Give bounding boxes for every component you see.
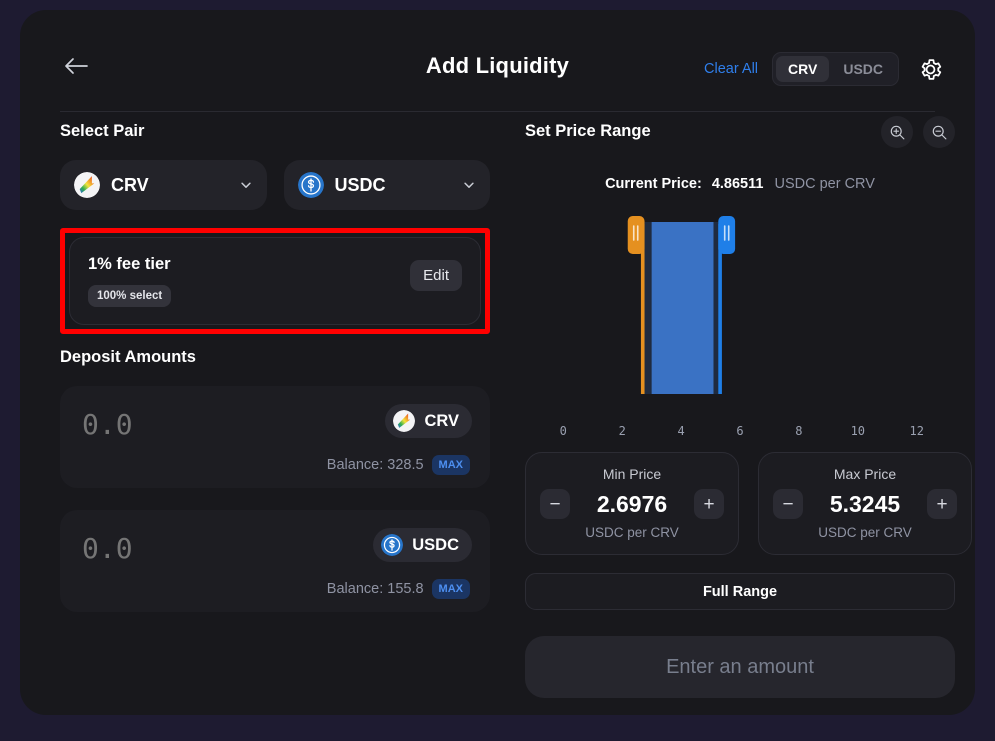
balance-row-crv: Balance: 328.5 MAX: [327, 455, 470, 475]
deposit-token-pill-crv[interactable]: CRV: [385, 404, 472, 438]
current-price-unit: USDC per CRV: [774, 176, 875, 192]
x-axis-tick: 0: [559, 424, 567, 438]
price-inputs: Min Price − + USDC per CRV Max Price −: [525, 452, 972, 555]
fee-tier-title: 1% fee tier: [88, 255, 171, 273]
toggle-option-crv[interactable]: CRV: [776, 56, 830, 82]
settings-button[interactable]: [913, 52, 947, 86]
app-background: Add Liquidity Clear All CRV USDC Select …: [0, 0, 995, 741]
balance-label-usdc: Balance: 155.8: [326, 581, 424, 597]
base-token-toggle[interactable]: CRV USDC: [772, 52, 899, 86]
usdc-token-icon: [381, 534, 404, 556]
token-select-crv-label: CRV: [111, 174, 149, 195]
min-price-decrement-button[interactable]: −: [540, 489, 570, 519]
chart-x-axis: 0 2 4 6 8 10 12: [525, 418, 955, 438]
fee-tier-card[interactable]: 1% fee tier 100% select Edit: [69, 237, 481, 325]
max-price-increment-button[interactable]: +: [927, 489, 957, 519]
chart-zoom-controls: [881, 116, 955, 148]
clear-all-button[interactable]: Clear All: [704, 61, 758, 77]
max-price-stepper: − +: [773, 489, 957, 519]
current-price: Current Price: 4.86511 USDC per CRV: [525, 176, 955, 192]
zoom-out-button[interactable]: [923, 116, 955, 148]
max-button-crv[interactable]: MAX: [431, 455, 470, 475]
liquidity-chart-svg[interactable]: [525, 208, 955, 418]
min-price-increment-button[interactable]: +: [694, 489, 724, 519]
price-range-header: Set Price Range: [525, 116, 955, 150]
gear-icon: [921, 58, 941, 80]
x-axis-tick: 2: [618, 424, 626, 438]
min-price-label: Min Price: [602, 466, 662, 482]
fee-tier-section: 1% fee tier 100% select Edit: [60, 228, 490, 334]
balance-row-usdc: Balance: 155.8 MAX: [327, 579, 470, 599]
amount-input-crv[interactable]: [82, 408, 282, 441]
fee-tier-info: 1% fee tier 100% select: [88, 255, 172, 307]
max-price-unit: USDC per CRV: [818, 525, 912, 540]
usdc-token-icon: [297, 172, 324, 198]
x-axis-tick: 8: [795, 424, 803, 438]
current-price-label: Current Price:: [605, 176, 702, 192]
crv-token-icon: [393, 410, 416, 432]
min-price-input[interactable]: [578, 490, 686, 518]
liquidity-chart[interactable]: 0 2 4 6 8 10 12: [525, 208, 955, 438]
deposit-token-pill-usdc[interactable]: USDC: [373, 528, 472, 562]
x-axis-tick: 10: [850, 424, 866, 438]
toggle-option-usdc[interactable]: USDC: [831, 56, 895, 82]
max-price-card: Max Price − + USDC per CRV: [758, 452, 972, 555]
edit-fee-tier-button[interactable]: Edit: [410, 260, 462, 291]
zoom-in-icon: [890, 125, 904, 139]
deposit-row-usdc: USDC Balance: 155.8 MAX: [60, 510, 490, 612]
x-axis-tick: 6: [736, 424, 744, 438]
deposit-token-label-crv: CRV: [424, 411, 459, 430]
max-price-input[interactable]: [811, 490, 919, 518]
chevron-down-icon: [240, 182, 251, 188]
amount-input-usdc[interactable]: [82, 532, 282, 565]
handle-grip: [627, 216, 645, 254]
deposit-row-crv: CRV Balance: 328.5 MAX: [60, 386, 490, 488]
fee-tier-badge: 100% select: [88, 285, 172, 307]
deposit-token-label-usdc: USDC: [412, 535, 459, 554]
current-price-value: 4.86511: [711, 176, 764, 192]
header-actions: Clear All CRV USDC: [704, 52, 947, 86]
zoom-out-icon: [932, 125, 946, 139]
add-liquidity-card: Add Liquidity Clear All CRV USDC Select …: [20, 10, 975, 715]
balance-label-crv: Balance: 328.5: [326, 457, 424, 473]
deposit-amounts-title: Deposit Amounts: [60, 348, 196, 366]
left-column: Select Pair CRV USDC 1% fee tier 100% se…: [60, 122, 490, 634]
x-axis-tick: 12: [909, 424, 924, 438]
pair-selectors: CRV USDC: [60, 160, 490, 210]
selected-range-overlay: [642, 222, 721, 394]
token-select-usdc[interactable]: USDC: [283, 160, 490, 210]
min-price-stepper: − +: [540, 489, 724, 519]
max-handle[interactable]: [718, 216, 736, 394]
chevron-down-icon: [464, 182, 474, 188]
min-handle[interactable]: [627, 216, 645, 394]
crv-token-icon: [74, 172, 100, 198]
header: Add Liquidity Clear All CRV USDC: [20, 10, 975, 112]
max-price-label: Max Price: [833, 466, 897, 482]
token-select-crv[interactable]: CRV: [60, 160, 267, 210]
max-price-decrement-button[interactable]: −: [773, 489, 803, 519]
x-axis-tick: 4: [677, 424, 685, 438]
zoom-in-button[interactable]: [881, 116, 913, 148]
full-range-button[interactable]: Full Range: [525, 573, 955, 610]
token-select-usdc-label: USDC: [334, 174, 386, 195]
max-button-usdc[interactable]: MAX: [431, 579, 470, 599]
right-column: Set Price Range Current Price: 4.86511 U…: [525, 116, 972, 698]
min-price-unit: USDC per CRV: [585, 525, 679, 540]
select-pair-title: Select Pair: [60, 122, 145, 140]
header-divider: [60, 111, 935, 112]
submit-button[interactable]: Enter an amount: [525, 636, 955, 698]
min-price-card: Min Price − + USDC per CRV: [525, 452, 739, 555]
handle-grip: [718, 216, 736, 254]
